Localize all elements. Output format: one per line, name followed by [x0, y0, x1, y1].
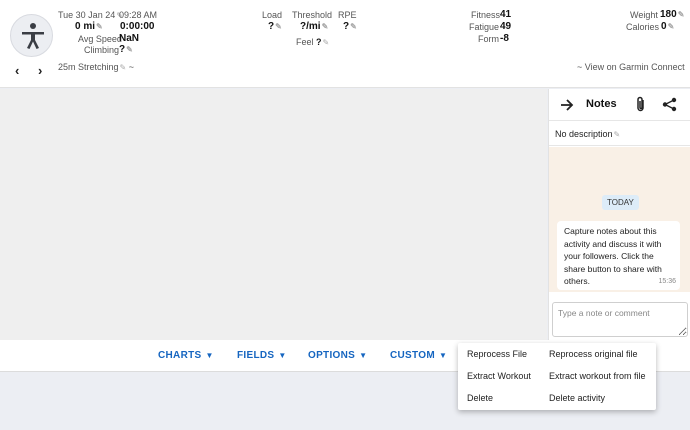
tab-charts[interactable]: CHARTS ▼	[158, 350, 214, 361]
activity-time[interactable]: 09:28 AM	[119, 10, 157, 21]
activity-avatar	[10, 14, 53, 57]
edit-icon: ✎	[322, 38, 330, 47]
view-on-garmin-link[interactable]: ~ View on Garmin Connect	[577, 62, 685, 73]
next-activity-button[interactable]: ›	[38, 64, 42, 78]
activity-title[interactable]: 25m Stretching✎ ~	[58, 62, 134, 73]
menu-item-label: Extract Workout	[467, 371, 531, 381]
menu-item-reprocess-file[interactable]: Reprocess File Reprocess original file	[458, 343, 656, 365]
note-message-text: Capture notes about this activity and di…	[564, 226, 662, 286]
threshold-label: Threshold	[292, 10, 333, 20]
edit-icon: ✎	[275, 22, 282, 31]
fatigue-value: 49	[500, 21, 512, 32]
caret-down-icon: ▼	[278, 351, 287, 360]
calories-value[interactable]: 0✎	[661, 21, 674, 33]
load-label: Load	[262, 10, 283, 20]
rpe-label: RPE	[338, 10, 357, 20]
menu-item-label: Reprocess File	[467, 349, 528, 359]
caret-down-icon: ▼	[359, 351, 368, 360]
edit-icon: ✎	[613, 130, 621, 139]
caret-down-icon: ▼	[205, 351, 214, 360]
edit-icon: ✎	[96, 22, 103, 31]
menu-item-description: Delete activity	[549, 393, 606, 403]
notes-chat: TODAY Capture notes about this activity …	[549, 147, 690, 292]
climbing-label: Climbing	[84, 45, 120, 55]
today-badge: TODAY	[602, 195, 639, 210]
weight-value[interactable]: 180✎	[660, 9, 684, 21]
fatigue-label: Fatigue	[469, 22, 500, 32]
fitness-value: 41	[500, 9, 512, 20]
calories-label: Calories	[626, 22, 660, 32]
notes-description[interactable]: No description✎	[549, 122, 690, 146]
edit-icon: ✎	[126, 45, 133, 54]
chevron-left-icon: ‹	[15, 63, 20, 78]
tab-options[interactable]: OPTIONS ▼	[308, 350, 367, 361]
previous-activity-button[interactable]: ‹	[15, 64, 19, 78]
edit-icon: ✎	[321, 22, 329, 31]
avg-speed-label: Avg Speed	[78, 34, 122, 44]
menu-item-delete[interactable]: Delete Delete activity	[458, 387, 656, 409]
menu-item-description: Reprocess original file	[549, 349, 638, 359]
edit-icon: ✎	[667, 22, 675, 31]
menu-item-label: Delete	[467, 393, 494, 403]
feel-field[interactable]: Feel ?✎	[296, 37, 329, 48]
threshold-value[interactable]: ?/mi✎	[300, 21, 328, 33]
tab-fields[interactable]: FIELDS ▼	[237, 350, 287, 361]
activity-workspace	[0, 89, 547, 340]
menu-item-description: Extract workout from file	[549, 371, 646, 381]
tab-custom[interactable]: CUSTOM ▼	[390, 350, 447, 361]
notes-title: Notes	[586, 98, 617, 110]
climbing-value[interactable]: ?✎	[119, 44, 133, 56]
notes-panel: Notes No description✎ TODAY Capture note…	[548, 89, 690, 340]
arrow-right-icon[interactable]	[560, 98, 574, 112]
edit-icon: ✎	[119, 63, 127, 72]
share-icon[interactable]	[662, 97, 677, 112]
note-input[interactable]	[552, 302, 688, 337]
actions-menu: Reprocess File Reprocess original file E…	[458, 343, 656, 410]
edit-icon: ✎	[350, 22, 357, 31]
note-message-time: 15:36	[658, 277, 676, 285]
weight-label: Weight	[630, 10, 658, 20]
menu-item-extract-workout[interactable]: Extract Workout Extract workout from fil…	[458, 365, 656, 387]
load-value[interactable]: ?✎	[268, 21, 282, 33]
chevron-right-icon: ›	[38, 63, 43, 78]
rpe-value[interactable]: ?✎	[343, 21, 357, 33]
notes-header: Notes	[549, 89, 690, 121]
form-label: Form	[478, 34, 499, 44]
note-message: Capture notes about this activity and di…	[557, 221, 680, 290]
caret-down-icon: ▼	[438, 351, 448, 360]
fitness-label: Fitness	[471, 10, 501, 20]
paperclip-icon[interactable]	[635, 96, 647, 113]
activity-duration[interactable]: 0:00:00	[120, 21, 154, 33]
activity-distance[interactable]: 0 mi✎	[75, 21, 103, 33]
activity-header: ‹ › Tue 30 Jan 24✎ 09:28 AM 0 mi✎ 0:00:0…	[0, 0, 690, 88]
edit-icon: ✎	[677, 10, 685, 19]
form-value: -8	[500, 33, 509, 44]
stretching-icon	[22, 23, 44, 49]
activity-date[interactable]: Tue 30 Jan 24✎	[58, 10, 123, 21]
